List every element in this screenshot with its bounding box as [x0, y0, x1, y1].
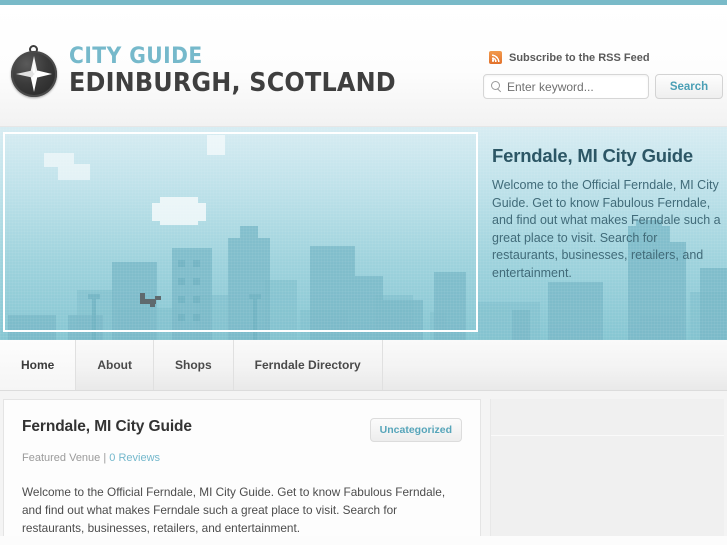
sidebar: [490, 399, 724, 536]
brand-line-2: EDINBURGH, SCOTLAND: [69, 68, 396, 98]
rss-label: Subscribe to the RSS Feed: [509, 51, 650, 64]
hero-title: Ferndale, MI City Guide: [492, 145, 693, 166]
post-meta: Featured Venue | 0 Reviews: [22, 452, 462, 464]
cloud-icon: [44, 153, 90, 180]
post-header: Ferndale, MI City Guide Uncategorized: [22, 418, 462, 442]
header-utilities: Subscribe to the RSS Feed Search: [483, 51, 723, 99]
site-header: CITY GUIDE EDINBURGH, SCOTLAND Subscribe…: [0, 5, 727, 127]
search-form: Search: [483, 74, 723, 99]
post-reviews-link[interactable]: 0 Reviews: [109, 452, 160, 464]
search-box[interactable]: [483, 74, 649, 99]
category-badge[interactable]: Uncategorized: [369, 418, 462, 442]
post-title: Ferndale, MI City Guide: [22, 418, 192, 435]
main-navigation: Home About Shops Ferndale Directory: [0, 340, 727, 391]
brand-logo[interactable]: CITY GUIDE EDINBURGH, SCOTLAND: [8, 43, 424, 99]
search-button[interactable]: Search: [655, 74, 723, 99]
brand-line-1: CITY GUIDE: [69, 44, 203, 69]
nav-item-shops[interactable]: Shops: [154, 340, 234, 390]
cloud-icon-3: [207, 135, 225, 155]
compass-needle-icon: [16, 56, 52, 92]
hero-banner: Ferndale, MI City Guide Welcome to the O…: [0, 127, 727, 340]
rss-icon: [489, 51, 502, 64]
search-icon: [491, 81, 502, 92]
post-excerpt: Welcome to the Official Ferndale, MI Cit…: [22, 485, 446, 535]
airplane-icon: [140, 293, 161, 307]
main-column: Ferndale, MI City Guide Uncategorized Fe…: [3, 399, 481, 536]
cloud-icon-2: [152, 197, 206, 225]
nav-item-home[interactable]: Home: [0, 340, 77, 390]
nav-item-ferndale-directory[interactable]: Ferndale Directory: [234, 340, 383, 390]
content-area: Ferndale, MI City Guide Uncategorized Fe…: [0, 391, 727, 536]
hero-copy: Ferndale, MI City Guide Welcome to the O…: [492, 145, 724, 282]
sidebar-divider: [491, 435, 724, 436]
nav-item-about[interactable]: About: [76, 340, 154, 390]
compass-icon: [8, 43, 60, 99]
rss-subscribe-link[interactable]: Subscribe to the RSS Feed: [489, 51, 723, 64]
search-input[interactable]: [507, 79, 641, 94]
nav-filler: [383, 340, 727, 390]
post-meta-label: Featured Venue |: [22, 452, 110, 464]
hero-description: Welcome to the Official Ferndale, MI Cit…: [492, 178, 721, 280]
